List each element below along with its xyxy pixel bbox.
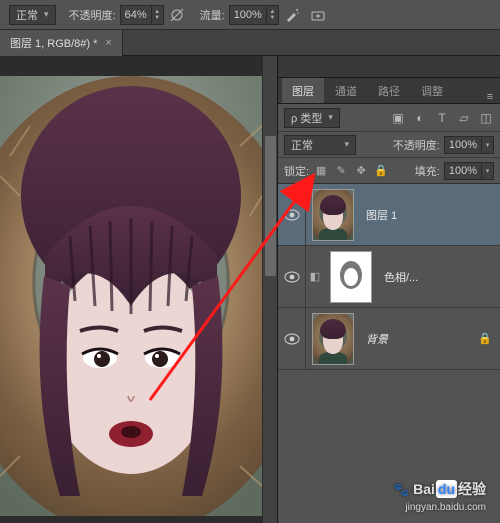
layer-name[interactable]: 图层 1 bbox=[366, 207, 397, 223]
layers-panel-tabs: 图层 通道 路径 调整 ≡ bbox=[278, 78, 500, 104]
tab-layers[interactable]: 图层 bbox=[282, 78, 324, 103]
blend-opacity-row: 正常 ▾ 不透明度: 100% ▾ bbox=[278, 132, 500, 158]
opacity-label: 不透明度: bbox=[69, 7, 116, 23]
watermark: 🐾 Baidu经验 jingyan.baidu.com bbox=[393, 480, 486, 517]
collapsed-panel-group[interactable] bbox=[278, 56, 500, 78]
opacity-value: 64% bbox=[125, 9, 147, 21]
flow-stepper[interactable]: ▲▼ bbox=[267, 5, 279, 25]
opacity-value-field[interactable]: 64% bbox=[120, 5, 152, 25]
flow-value-field[interactable]: 100% bbox=[229, 5, 267, 25]
layer-row[interactable]: 背景 🔒 bbox=[278, 308, 500, 370]
canvas-image bbox=[0, 76, 262, 516]
layer-row[interactable]: ◧ 色相/... bbox=[278, 246, 500, 308]
layer-row[interactable]: 图层 1 bbox=[278, 184, 500, 246]
scrollbar-thumb[interactable] bbox=[265, 136, 276, 276]
panel-stack: 图层 通道 路径 调整 ≡ ρ 类型 ▾ ▣ ◐ T ▱ ◫ 正常 ▾ bbox=[278, 56, 500, 523]
filter-adjust-icon[interactable]: ◐ bbox=[412, 110, 428, 126]
chevron-down-icon: ▾ bbox=[344, 139, 349, 150]
chevron-down-icon[interactable]: ▾ bbox=[482, 136, 494, 154]
canvas-area[interactable] bbox=[0, 56, 278, 523]
panel-menu-icon[interactable]: ≡ bbox=[480, 91, 500, 103]
layer-blend-select[interactable]: 正常 ▾ bbox=[284, 135, 356, 155]
flow-label: 流量: bbox=[200, 7, 225, 23]
document-tab-bar: 图层 1, RGB/8#) * × bbox=[0, 30, 500, 56]
layer-blend-value: 正常 bbox=[291, 137, 313, 153]
fill-value: 100% bbox=[449, 165, 477, 177]
chevron-down-icon: ▾ bbox=[328, 112, 333, 123]
adjustment-icon: ◧ bbox=[306, 270, 324, 283]
lock-label: 锁定: bbox=[284, 163, 309, 179]
watermark-brand: 经验 bbox=[458, 481, 486, 497]
filter-smart-icon[interactable]: ◫ bbox=[478, 110, 494, 126]
close-icon[interactable]: × bbox=[105, 37, 111, 49]
visibility-toggle[interactable] bbox=[278, 246, 306, 307]
watermark-brand: Bai bbox=[413, 481, 435, 497]
layer-thumbnail[interactable] bbox=[312, 313, 354, 365]
layer-opacity-label: 不透明度: bbox=[393, 137, 440, 153]
vertical-scrollbar[interactable] bbox=[262, 56, 277, 523]
lock-position-icon[interactable]: ✥ bbox=[353, 163, 369, 179]
eye-icon bbox=[284, 209, 300, 221]
layer-filter-row: ρ 类型 ▾ ▣ ◐ T ▱ ◫ bbox=[278, 104, 500, 132]
watermark-url: jingyan.baidu.com bbox=[393, 499, 486, 517]
blend-mode-value: 正常 bbox=[16, 7, 38, 23]
layer-name[interactable]: 背景 bbox=[366, 331, 388, 347]
eye-icon bbox=[284, 271, 300, 283]
lock-pixels-icon[interactable]: ✎ bbox=[333, 163, 349, 179]
document-tab[interactable]: 图层 1, RGB/8#) * × bbox=[0, 30, 123, 56]
options-bar: 正常 ▾ 不透明度: 64% ▲▼ 流量: 100% ▲▼ bbox=[0, 0, 500, 30]
filter-type-icon[interactable]: T bbox=[434, 110, 450, 126]
visibility-toggle[interactable] bbox=[278, 308, 306, 369]
layer-list: 图层 1 ◧ 色相/... 背景 🔒 bbox=[278, 184, 500, 370]
lock-icon: 🔒 bbox=[478, 332, 492, 345]
layer-opacity-field[interactable]: 100% bbox=[444, 136, 482, 154]
airbrush-icon[interactable] bbox=[282, 5, 302, 25]
flow-value: 100% bbox=[234, 9, 262, 21]
lock-transparency-icon[interactable]: ▦ bbox=[313, 163, 329, 179]
eye-icon bbox=[284, 333, 300, 345]
fill-label: 填充: bbox=[415, 163, 440, 179]
brush-pressure-icon[interactable] bbox=[167, 5, 187, 25]
layer-name[interactable]: 色相/... bbox=[384, 269, 418, 285]
main-area: 图层 通道 路径 调整 ≡ ρ 类型 ▾ ▣ ◐ T ▱ ◫ 正常 ▾ bbox=[0, 56, 500, 523]
layer-opacity-value: 100% bbox=[449, 139, 477, 151]
filter-shape-icon[interactable]: ▱ bbox=[456, 110, 472, 126]
watermark-brand: du bbox=[436, 480, 457, 498]
visibility-toggle[interactable] bbox=[278, 184, 306, 245]
paw-icon: 🐾 bbox=[393, 482, 409, 497]
opacity-stepper[interactable]: ▲▼ bbox=[152, 5, 164, 25]
filter-pixel-icon[interactable]: ▣ bbox=[390, 110, 406, 126]
chevron-down-icon: ▾ bbox=[44, 9, 49, 20]
layer-mask-thumbnail[interactable] bbox=[330, 251, 372, 303]
layer-thumbnail[interactable] bbox=[312, 189, 354, 241]
lock-fill-row: 锁定: ▦ ✎ ✥ 🔒 填充: 100% ▾ bbox=[278, 158, 500, 184]
lock-all-icon[interactable]: 🔒 bbox=[373, 163, 389, 179]
layer-filter-select[interactable]: ρ 类型 ▾ bbox=[284, 108, 340, 128]
blend-mode-select[interactable]: 正常 ▾ bbox=[9, 5, 56, 25]
chevron-down-icon[interactable]: ▾ bbox=[482, 162, 494, 180]
document-tab-title: 图层 1, RGB/8#) * bbox=[10, 35, 97, 51]
fill-field[interactable]: 100% bbox=[444, 162, 482, 180]
tab-channels[interactable]: 通道 bbox=[325, 78, 367, 103]
layer-filter-label: ρ 类型 bbox=[291, 110, 322, 126]
tab-paths[interactable]: 路径 bbox=[368, 78, 410, 103]
tablet-pressure-icon[interactable] bbox=[308, 5, 328, 25]
tab-adjustments[interactable]: 调整 bbox=[411, 78, 453, 103]
